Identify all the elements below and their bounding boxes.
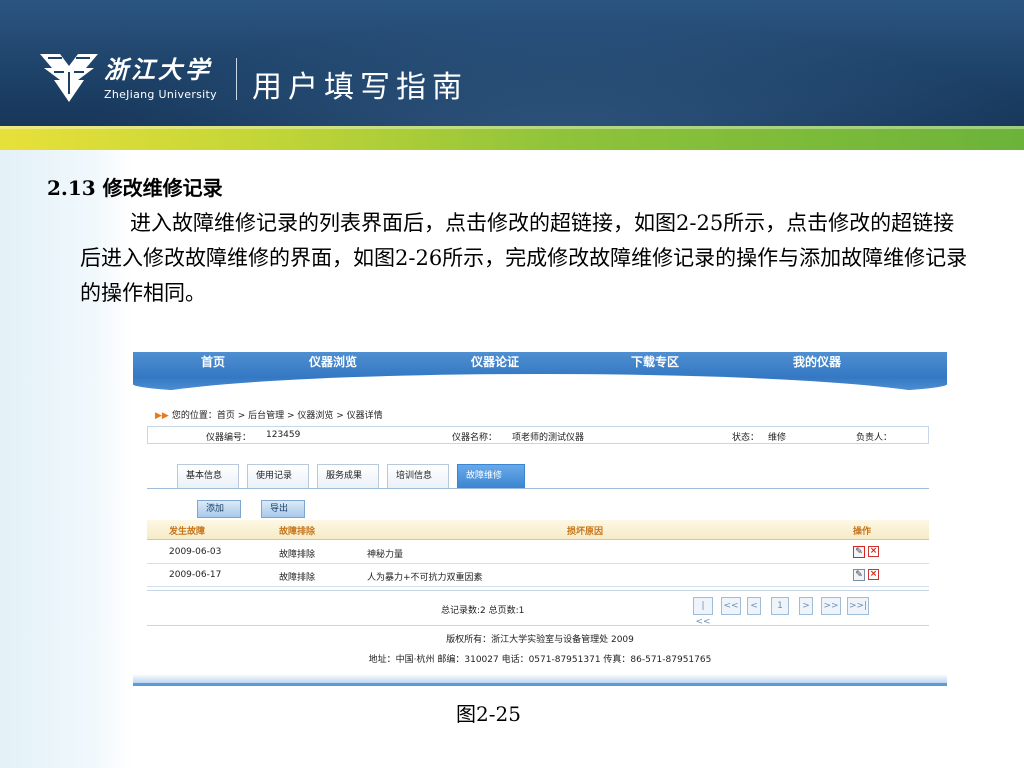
embedded-screenshot: 首页 仪器浏览 仪器论证 下载专区 我的仪器 ▶▶ 您的位置：首页 > 后台管理 … <box>133 352 947 686</box>
add-button[interactable]: 添加 <box>197 500 241 518</box>
table-header: 发生故障 故障排除 损坏原因 操作 <box>147 520 929 540</box>
last-page-button[interactable]: >>| <box>847 597 869 615</box>
edit-icon[interactable]: ✎ <box>853 546 865 558</box>
next-block-button[interactable]: >> <box>821 597 841 615</box>
header-divider <box>236 58 237 100</box>
address-text: 地址：中国·杭州 邮编：310027 电话：0571-87951371 传真：8… <box>368 655 712 665</box>
table-row: 2009-06-17 故障排除 人为暴力+不可抗力双重因素 ✎ × <box>147 565 929 587</box>
instrument-name: 项老师的测试仪器 <box>512 433 585 443</box>
record-totals: 总记录数:2 总页数:1 <box>441 606 525 616</box>
figure-caption: 图2-25 <box>456 702 521 726</box>
delete-icon[interactable]: × <box>868 546 879 557</box>
copyright-text: 版权所有：浙江大学实验室与设备管理处 2009 <box>446 635 634 645</box>
nav-download[interactable]: 下载专区 <box>631 353 679 370</box>
tab-service-results[interactable]: 服务成果 <box>317 464 379 488</box>
export-button[interactable]: 导出 <box>261 500 305 518</box>
section-title: 2.13 修改维修记录 <box>47 176 223 200</box>
nav-home[interactable]: 首页 <box>201 353 225 370</box>
university-name-en: ZheJiang University <box>104 88 217 101</box>
nav-verify[interactable]: 仪器论证 <box>471 353 519 370</box>
tab-fault-repair[interactable]: 故障维修 <box>457 464 525 488</box>
breadcrumb: ▶▶ 您的位置：首页 > 后台管理 > 仪器浏览 > 仪器详情 <box>155 411 383 421</box>
page-number[interactable]: 1 <box>771 597 789 615</box>
instrument-id: 123459 <box>266 430 301 440</box>
next-page-button[interactable]: > <box>799 597 813 615</box>
table-row: 2009-06-03 故障排除 神秘力量 ✎ × <box>147 542 929 564</box>
instrument-info-row: 仪器编号： 123459 仪器名称： 项老师的测试仪器 状态： 维修 负责人： <box>147 426 929 444</box>
nav-my-instruments[interactable]: 我的仪器 <box>793 353 841 370</box>
first-page-button[interactable]: |<< <box>693 597 713 627</box>
body-paragraph: 进入故障维修记录的列表界面后，点击修改的超链接，如图2-25所示，点击修改的超链… <box>80 211 968 305</box>
edit-icon[interactable]: ✎ <box>853 569 865 581</box>
breadcrumb-arrow-icon: ▶▶ <box>155 411 169 421</box>
green-band <box>0 126 1024 150</box>
slide-header-title: 用户填写指南 <box>252 70 468 105</box>
tab-basic-info[interactable]: 基本信息 <box>177 464 239 488</box>
university-name-cn: 浙江大学 <box>104 55 212 84</box>
prev-page-button[interactable]: < <box>747 597 761 615</box>
tab-usage-records[interactable]: 使用记录 <box>247 464 309 488</box>
instrument-status: 维修 <box>768 433 787 443</box>
zju-logo-icon <box>40 54 98 102</box>
prev-block-button[interactable]: << <box>721 597 741 615</box>
delete-icon[interactable]: × <box>868 569 879 580</box>
pagination-bar: 总记录数:2 总页数:1 |<< << < 1 > >> >>| <box>147 590 929 627</box>
slide-header: 浙江大学 ZheJiang University 用户填写指南 <box>0 0 1024 128</box>
tab-training-info[interactable]: 培训信息 <box>387 464 449 488</box>
nav-browse[interactable]: 仪器浏览 <box>309 353 357 370</box>
